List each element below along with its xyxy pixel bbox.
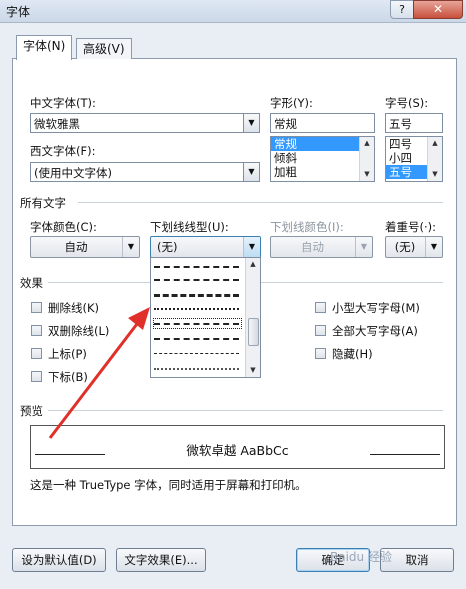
strikethrough-checkbox[interactable] <box>31 302 42 313</box>
all-caps-checkbox[interactable] <box>315 325 326 336</box>
superscript-label[interactable]: 上标(P) <box>48 346 87 362</box>
hidden-label[interactable]: 隐藏(H) <box>332 346 373 362</box>
divider <box>78 202 443 203</box>
help-button[interactable]: ? <box>390 0 414 19</box>
scrollbar[interactable]: ▲ ▼ <box>359 137 374 181</box>
chevron-down-icon[interactable]: ▼ <box>122 237 139 257</box>
line-style-option[interactable] <box>154 323 239 325</box>
line-style-option[interactable] <box>154 266 239 268</box>
small-caps-checkbox[interactable] <box>315 302 326 313</box>
font-color-value: 自动 <box>64 240 88 254</box>
chinese-font-value: 微软雅黑 <box>34 117 80 131</box>
western-font-label: 西文字体(F): <box>30 144 96 158</box>
line-style-option[interactable] <box>154 338 239 340</box>
font-size-label: 字号(S): <box>385 96 429 110</box>
small-caps-label[interactable]: 小型大写字母(M) <box>332 300 420 316</box>
western-font-combo[interactable]: (使用中文字体) ▼ <box>30 162 260 182</box>
line-style-option[interactable] <box>154 294 239 297</box>
preview-sample: 微软卓越 AaBbCc <box>186 443 289 458</box>
underline-style-value: (无) <box>157 240 178 254</box>
scroll-up-icon[interactable]: ▲ <box>246 258 260 271</box>
line-style-option[interactable] <box>154 368 239 370</box>
double-strikethrough-label[interactable]: 双删除线(L) <box>48 323 109 339</box>
window-title: 字体 <box>6 5 31 19</box>
underline-color-label: 下划线颜色(I): <box>270 220 344 234</box>
font-style-label: 字形(Y): <box>270 96 313 110</box>
line-style-option[interactable] <box>154 353 239 354</box>
scrollbar[interactable]: ▲ ▼ <box>427 137 442 181</box>
chevron-down-icon[interactable]: ▼ <box>243 237 260 257</box>
scrollbar-thumb[interactable] <box>248 318 259 346</box>
western-font-value: (使用中文字体) <box>34 166 112 180</box>
underline-color-dropdown: 自动 ▼ <box>270 236 373 258</box>
preview-section-label: 预览 <box>20 404 43 418</box>
scroll-up-icon[interactable]: ▲ <box>360 137 374 150</box>
underline-color-value: 自动 <box>301 240 324 254</box>
close-button[interactable]: ✕ <box>413 0 463 19</box>
tab-font[interactable]: 字体(N) <box>16 35 73 60</box>
scroll-up-icon[interactable]: ▲ <box>428 137 442 150</box>
font-size-input[interactable]: 五号 <box>385 113 443 133</box>
preview-note: 这是一种 TrueType 字体，同时适用于屏幕和打印机。 <box>30 478 307 492</box>
double-strikethrough-checkbox[interactable] <box>31 325 42 336</box>
set-default-button[interactable]: 设为默认值(D) <box>12 548 106 572</box>
line-style-option[interactable] <box>154 279 239 281</box>
font-color-label: 字体颜色(C): <box>30 220 97 234</box>
hidden-checkbox[interactable] <box>315 348 326 359</box>
strikethrough-label[interactable]: 删除线(K) <box>48 300 99 316</box>
subscript-label[interactable]: 下标(B) <box>48 369 88 385</box>
font-style-input[interactable]: 常规 <box>270 113 375 133</box>
chevron-down-icon[interactable]: ▼ <box>425 237 442 257</box>
subscript-checkbox[interactable] <box>31 371 42 382</box>
font-size-list[interactable]: 四号 小四 五号 ▲ ▼ <box>385 136 443 182</box>
scroll-down-icon[interactable]: ▼ <box>246 364 260 377</box>
emphasis-value: (无) <box>394 240 416 254</box>
scroll-down-icon[interactable]: ▼ <box>428 168 442 181</box>
font-color-dropdown[interactable]: 自动 ▼ <box>30 236 140 258</box>
preview-box: 微软卓越 AaBbCc <box>30 425 445 469</box>
all-caps-label[interactable]: 全部大写字母(A) <box>332 323 418 339</box>
underline-style-label: 下划线线型(U): <box>150 220 229 234</box>
text-effects-button[interactable]: 文字效果(E)... <box>116 548 206 572</box>
all-text-section-label: 所有文字 <box>20 196 66 210</box>
chinese-font-combo[interactable]: 微软雅黑 ▼ <box>30 113 260 133</box>
watermark-text: Baidu 经验 <box>330 550 392 564</box>
chevron-down-icon: ▼ <box>355 237 372 257</box>
scroll-down-icon[interactable]: ▼ <box>360 168 374 181</box>
chevron-down-icon[interactable]: ▼ <box>243 163 259 181</box>
chinese-font-label: 中文字体(T): <box>30 96 96 110</box>
underline-style-dropdown[interactable]: (无) ▼ <box>150 236 261 258</box>
underline-style-list[interactable]: ▲ ▼ <box>150 257 261 378</box>
font-style-list[interactable]: 常规 倾斜 加粗 ▲ ▼ <box>270 136 375 182</box>
divider <box>48 410 443 411</box>
line-style-option[interactable] <box>154 308 239 310</box>
superscript-checkbox[interactable] <box>31 348 42 359</box>
emphasis-dropdown[interactable]: (无) ▼ <box>385 236 443 258</box>
chevron-down-icon[interactable]: ▼ <box>243 114 259 132</box>
effects-section-label: 效果 <box>20 276 43 290</box>
scrollbar[interactable]: ▲ ▼ <box>245 258 260 377</box>
tab-advanced[interactable]: 高级(V) <box>76 38 132 59</box>
emphasis-label: 着重号(·): <box>385 220 437 234</box>
